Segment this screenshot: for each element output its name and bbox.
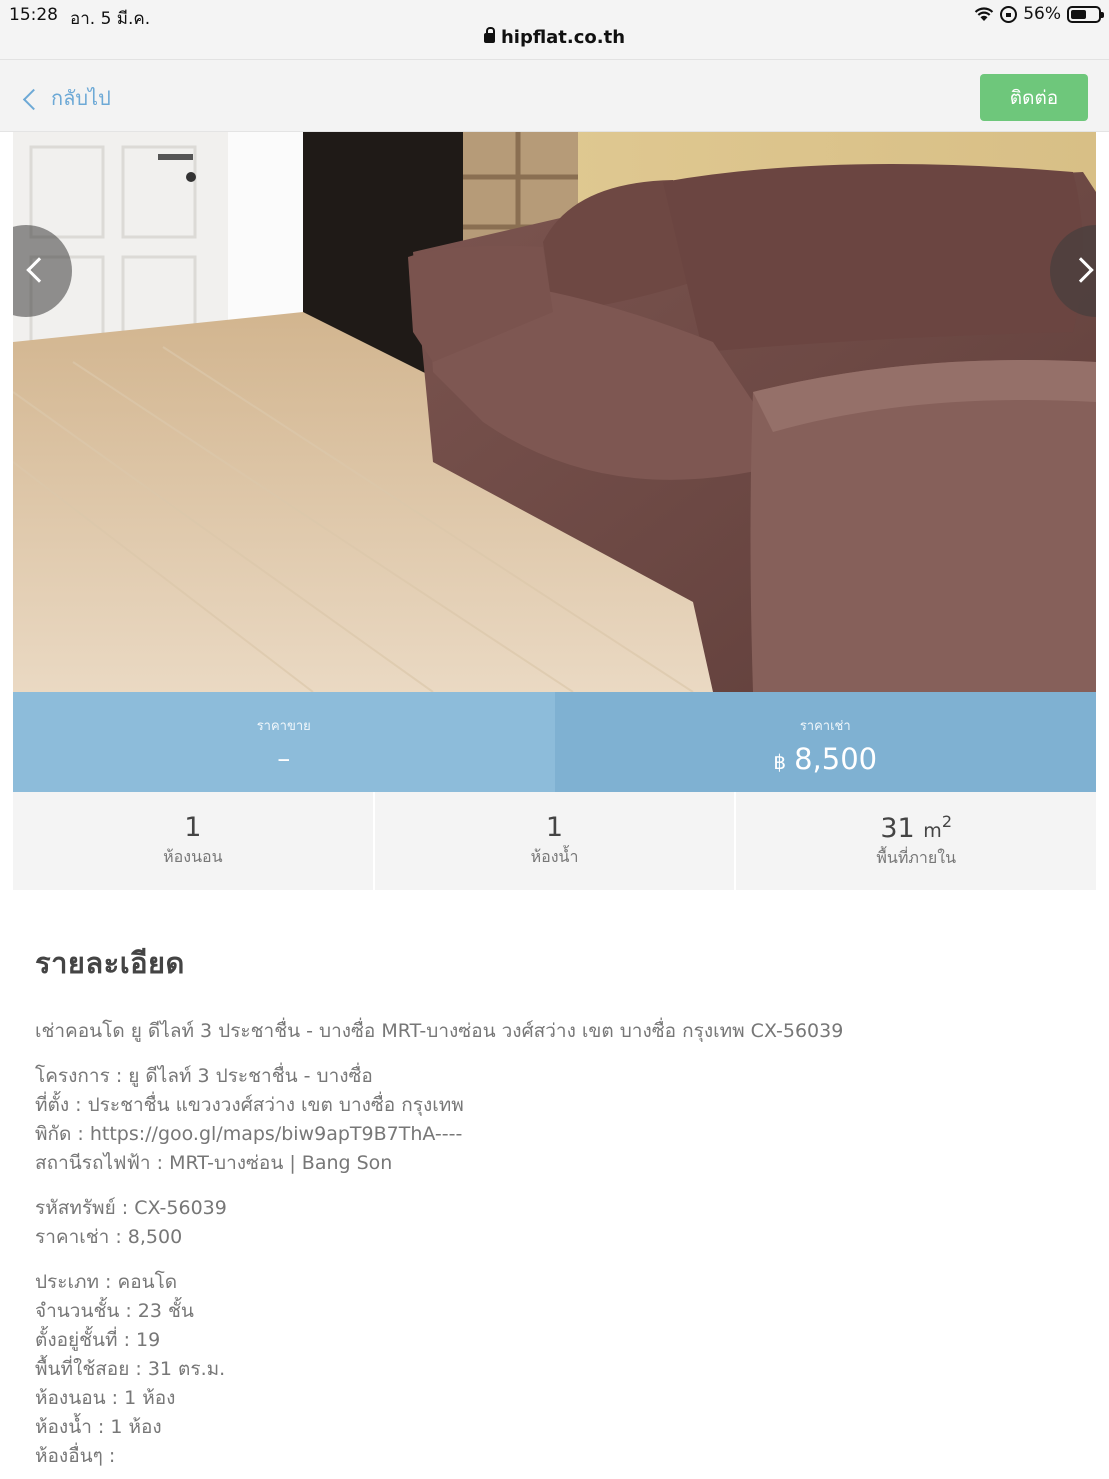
lock-icon bbox=[483, 27, 495, 43]
detail-line: จำนวนชั้น : 23 ชั้น bbox=[35, 1300, 194, 1322]
currency-symbol: ฿ bbox=[773, 750, 787, 774]
area-unit-exponent: 2 bbox=[941, 812, 952, 831]
detail-line: ห้องอื่นๆ : bbox=[35, 1445, 116, 1467]
detail-line: พื้นที่ใช้สอย : 31 ตร.ม. bbox=[35, 1358, 226, 1380]
contact-button[interactable]: ติดต่อ bbox=[980, 74, 1088, 121]
status-indicators: 56% bbox=[974, 4, 1104, 24]
price-band: ราคาขาย – ราคาเช่า ฿ 8,500 bbox=[13, 692, 1096, 792]
area-unit: m bbox=[923, 820, 942, 842]
chevron-left-icon bbox=[22, 88, 45, 110]
area-number: 31 bbox=[880, 813, 915, 844]
rotation-lock-icon bbox=[1000, 5, 1018, 23]
listing-photo-carousel[interactable] bbox=[13, 132, 1096, 692]
address-bar[interactable]: hipflat.co.th bbox=[0, 27, 1109, 48]
detail-line: ที่ตั้ง : ประชาชื่น แขวงวงศ์สว่าง เขต บา… bbox=[35, 1094, 464, 1116]
status-time: 15:28 bbox=[9, 5, 58, 25]
detail-line: สถานีรถไฟฟ้า : MRT-บางซ่อน | Bang Son bbox=[35, 1152, 393, 1174]
nav-bar: กลับไป ติดต่อ bbox=[0, 60, 1109, 132]
bedrooms-value: 1 bbox=[184, 812, 202, 843]
stat-bathrooms: 1 ห้องน้ำ bbox=[375, 792, 737, 890]
details-block-project: โครงการ : ยู ดีไลท์ 3 ประชาชื่น - บางซื่… bbox=[35, 1062, 1085, 1178]
status-bar: 15:28 อา. 5 มี.ค. hipflat.co.th 56% bbox=[0, 0, 1109, 60]
detail-line: พิกัด : https://goo.gl/maps/biw9apT9B7Th… bbox=[35, 1123, 463, 1145]
sale-price-cell: ราคาขาย – bbox=[13, 692, 555, 792]
sale-price-value: – bbox=[277, 744, 291, 774]
property-stats: 1 ห้องนอน 1 ห้องน้ำ 31 m2 พื้นที่ภายใน bbox=[13, 792, 1096, 890]
detail-line: รหัสทรัพย์ : CX-56039 bbox=[35, 1197, 227, 1219]
rent-price-cell: ราคาเช่า ฿ 8,500 bbox=[554, 692, 1096, 792]
details-section: รายละเอียด เช่าคอนโด ยู ดีไลท์ 3 ประชาชื… bbox=[35, 940, 1085, 1471]
detail-line: ประเภท : คอนโด bbox=[35, 1271, 178, 1293]
rent-price-value: 8,500 bbox=[794, 742, 878, 776]
stat-area: 31 m2 พื้นที่ภายใน bbox=[736, 792, 1096, 890]
details-block-specs: ประเภท : คอนโด จำนวนชั้น : 23 ชั้น ตั้งอ… bbox=[35, 1268, 1085, 1471]
sale-price-label: ราคาขาย bbox=[256, 719, 311, 734]
details-title: รายละเอียด bbox=[35, 946, 185, 980]
battery-icon bbox=[1067, 5, 1104, 23]
area-label: พื้นที่ภายใน bbox=[876, 848, 957, 867]
rent-price: ฿ 8,500 bbox=[773, 742, 877, 776]
bedrooms-label: ห้องนอน bbox=[163, 847, 223, 866]
back-button[interactable]: กลับไป bbox=[22, 82, 111, 114]
stat-bedrooms: 1 ห้องนอน bbox=[13, 792, 375, 890]
back-label: กลับไป bbox=[51, 86, 111, 110]
bathrooms-value: 1 bbox=[545, 812, 564, 843]
detail-line: ห้องนอน : 1 ห้อง bbox=[35, 1387, 176, 1409]
chevron-right-icon bbox=[1068, 257, 1094, 283]
detail-line: โครงการ : ยู ดีไลท์ 3 ประชาชื่น - บางซื่… bbox=[35, 1065, 373, 1087]
bathrooms-label: ห้องน้ำ bbox=[530, 847, 579, 866]
area-value: 31 m2 bbox=[880, 812, 952, 844]
detail-line: ราคาเช่า : 8,500 bbox=[35, 1226, 183, 1248]
battery-fill bbox=[1071, 9, 1086, 19]
details-block-listing: รหัสทรัพย์ : CX-56039 ราคาเช่า : 8,500 bbox=[35, 1194, 1085, 1252]
battery-percent: 56% bbox=[1023, 4, 1061, 24]
wifi-icon bbox=[974, 6, 994, 22]
details-summary: เช่าคอนโด ยู ดีไลท์ 3 ประชาชื่น - บางซื่… bbox=[35, 1020, 844, 1042]
detail-line: ตั้งอยู่ชั้นที่ : 19 bbox=[35, 1329, 161, 1351]
address-url: hipflat.co.th bbox=[500, 27, 626, 48]
chevron-left-icon bbox=[26, 257, 52, 283]
listing-photo bbox=[13, 132, 1096, 692]
detail-line: ห้องน้ำ : 1 ห้อง bbox=[35, 1416, 162, 1438]
rent-price-label: ราคาเช่า bbox=[799, 719, 851, 734]
